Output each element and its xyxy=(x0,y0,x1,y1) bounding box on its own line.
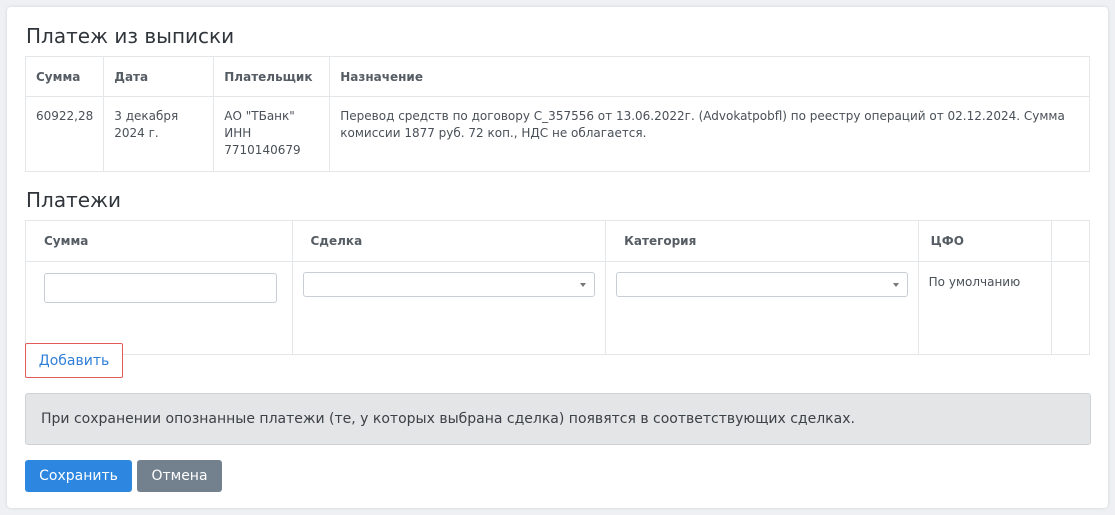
col-date: Дата xyxy=(103,56,215,97)
save-button[interactable]: Сохранить xyxy=(25,460,132,492)
category-select[interactable] xyxy=(616,272,908,297)
payer-name: АО "ТБанк" xyxy=(224,109,295,123)
col-cfo: ЦФО xyxy=(917,220,1052,262)
col-payer: Плательщик xyxy=(213,56,331,97)
col-category: Категория xyxy=(605,220,919,262)
statement-header-row: Сумма Дата Плательщик Назначение xyxy=(24,56,1090,97)
statement-title: Платеж из выписки xyxy=(26,24,235,48)
payments-header-row: Сумма Сделка Категория ЦФО xyxy=(25,220,1091,262)
statement-purpose: Перевод средств по договору C_357556 от … xyxy=(329,96,1090,172)
cancel-button[interactable]: Отмена xyxy=(137,460,222,492)
payment-cfo: По умолчанию xyxy=(917,261,1052,355)
col-amount: Сумма xyxy=(24,56,105,97)
payer-inn-label: ИНН xyxy=(224,126,252,140)
statement-date: 3 декабря 2024 г. xyxy=(103,96,215,172)
col-actions xyxy=(1050,220,1091,262)
payment-deal-cell xyxy=(291,261,607,355)
col-deal: Сделка xyxy=(291,220,607,262)
statement-payer: АО "ТБанк" ИНН 7710140679 xyxy=(213,96,331,172)
payment-amount-input[interactable] xyxy=(44,273,277,303)
payer-inn: 7710140679 xyxy=(224,143,301,157)
chevron-down-icon xyxy=(892,283,899,287)
payments-table: Сумма Сделка Категория ЦФО По умолчанию xyxy=(25,220,1091,355)
deal-select[interactable] xyxy=(302,272,596,297)
payment-category-cell xyxy=(605,261,919,355)
payment-card: Платеж из выписки Сумма Дата Плательщик … xyxy=(7,7,1108,508)
info-notice: При сохранении опознанные платежи (те, у… xyxy=(25,393,1091,445)
statement-amount: 60922,28 xyxy=(24,96,105,172)
table-row: 60922,28 3 декабря 2024 г. АО "ТБанк" ИН… xyxy=(24,96,1090,172)
col-purpose: Назначение xyxy=(329,56,1090,97)
col-amount: Сумма xyxy=(25,220,293,262)
chevron-down-icon xyxy=(580,283,587,287)
payments-title: Платежи xyxy=(26,188,122,212)
payment-amount-cell xyxy=(25,261,293,355)
payment-actions-cell xyxy=(1050,261,1091,355)
statement-table: Сумма Дата Плательщик Назначение 60922,2… xyxy=(24,56,1090,172)
date-line: 3 декабря xyxy=(114,109,179,123)
table-row: По умолчанию xyxy=(25,261,1091,355)
add-payment-button[interactable]: Добавить xyxy=(25,343,123,378)
date-line: 2024 г. xyxy=(114,126,159,140)
